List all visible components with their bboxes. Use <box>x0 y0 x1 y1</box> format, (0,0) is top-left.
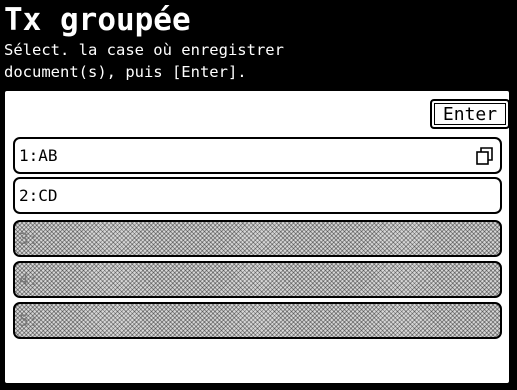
page-title: Tx groupée <box>4 2 191 38</box>
enter-button[interactable]: Enter <box>430 99 510 129</box>
box-label-4: 4: <box>19 270 39 289</box>
instruction-line-2: document(s), puis [Enter]. <box>4 63 247 81</box>
box-item-3[interactable]: 3: <box>13 220 502 257</box>
header: Tx groupée Sélect. la case où enregistre… <box>0 0 517 88</box>
box-item-2[interactable]: 2:CD <box>13 177 502 214</box>
box-item-1[interactable]: 1:AB <box>13 137 502 174</box>
document-icon <box>476 147 493 165</box>
instruction-line-1: Sélect. la case où enregistrer <box>4 41 284 59</box>
box-label-3: 3: <box>19 229 39 248</box>
box-item-4[interactable]: 4: <box>13 261 502 298</box>
box-label-1: 1:AB <box>19 146 58 165</box>
box-label-5: 5: <box>19 311 39 330</box>
box-label-2: 2:CD <box>19 186 58 205</box>
fax-screen: Tx groupée Sélect. la case où enregistre… <box>0 0 517 390</box>
box-item-5[interactable]: 5: <box>13 302 502 339</box>
